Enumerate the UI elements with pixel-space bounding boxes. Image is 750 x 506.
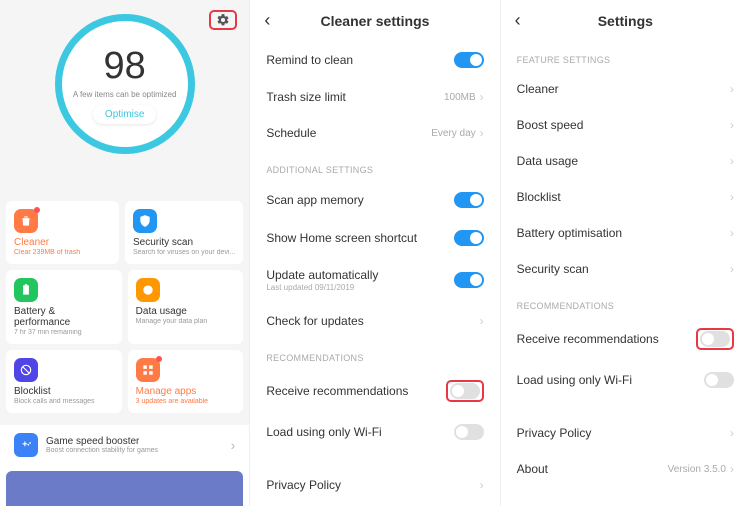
block-row[interactable]: Blocklist› bbox=[501, 179, 750, 215]
page-title: Settings bbox=[515, 13, 736, 29]
wifi-row[interactable]: Load using only Wi-Fi bbox=[250, 413, 499, 451]
chevron-right-icon: › bbox=[730, 82, 734, 96]
settings-screen: ‹ Settings FEATURE SETTINGS Cleaner› Boo… bbox=[501, 0, 750, 506]
toggle[interactable] bbox=[454, 230, 484, 246]
battery-icon bbox=[14, 278, 38, 302]
card-title: Manage apps bbox=[136, 386, 236, 397]
chevron-right-icon: › bbox=[730, 190, 734, 204]
card-sub: Clear 239MB of trash bbox=[14, 249, 111, 256]
toggle[interactable] bbox=[454, 272, 484, 288]
header: ‹ Cleaner settings bbox=[250, 0, 499, 41]
chevron-right-icon: › bbox=[730, 262, 734, 276]
header: ‹ Settings bbox=[501, 0, 750, 41]
shortcut-row[interactable]: Show Home screen shortcut bbox=[250, 219, 499, 257]
page-title: Cleaner settings bbox=[264, 13, 485, 29]
game-booster-card[interactable]: Game speed booster Boost connection stab… bbox=[6, 425, 243, 465]
highlight-box bbox=[696, 328, 734, 350]
gamepad-icon bbox=[14, 433, 38, 457]
optimise-button[interactable]: Optimise bbox=[93, 105, 156, 124]
battery-row[interactable]: Battery optimisation› bbox=[501, 215, 750, 251]
gear-icon bbox=[216, 13, 230, 27]
scan-app-row[interactable]: Scan app memory bbox=[250, 181, 499, 219]
card-title: Blocklist bbox=[14, 386, 114, 397]
card-title: Cleaner bbox=[14, 237, 111, 248]
privacy-row[interactable]: Privacy Policy › bbox=[501, 415, 750, 451]
booster-sub: Boost connection stability for games bbox=[46, 447, 223, 454]
chevron-right-icon: › bbox=[231, 437, 236, 453]
battery-card[interactable]: Battery & performance 7 hr 37 min remain… bbox=[6, 270, 122, 344]
data-icon bbox=[136, 278, 160, 302]
manage-apps-card[interactable]: Manage apps 3 updates are available bbox=[128, 350, 244, 413]
toggle[interactable] bbox=[454, 52, 484, 68]
highlight-box bbox=[446, 380, 484, 402]
card-sub: 3 updates are available bbox=[136, 398, 236, 405]
card-sub: Search for viruses on your devi... bbox=[133, 249, 235, 256]
card-title: Data usage bbox=[136, 306, 236, 317]
cleaner-row[interactable]: Cleaner› bbox=[501, 71, 750, 107]
top-panel: 98 A few items can be optimized Optimise bbox=[0, 0, 249, 195]
toggle[interactable] bbox=[454, 424, 484, 440]
security-app-main: 98 A few items can be optimized Optimise… bbox=[0, 0, 250, 506]
remind-row[interactable]: Remind to clean bbox=[250, 41, 499, 79]
data-usage-card[interactable]: Data usage Manage your data plan bbox=[128, 270, 244, 344]
toggle[interactable] bbox=[454, 192, 484, 208]
ring: 98 A few items can be optimized Optimise bbox=[55, 14, 195, 154]
card-title: Security scan bbox=[133, 237, 235, 248]
toggle[interactable] bbox=[450, 383, 480, 399]
chevron-right-icon: › bbox=[730, 426, 734, 440]
trash-size-row[interactable]: Trash size limit 100MB › bbox=[250, 79, 499, 115]
chevron-right-icon: › bbox=[480, 90, 484, 104]
settings-gear-button[interactable] bbox=[209, 10, 237, 30]
blocklist-card[interactable]: Blocklist Block calls and messages bbox=[6, 350, 122, 413]
receive-rec-row[interactable]: Receive recommendations bbox=[250, 369, 499, 413]
toggle[interactable] bbox=[704, 372, 734, 388]
chevron-right-icon: › bbox=[730, 118, 734, 132]
chevron-right-icon: › bbox=[480, 478, 484, 492]
receive-rec-row[interactable]: Receive recommendations bbox=[501, 317, 750, 361]
data-row[interactable]: Data usage› bbox=[501, 143, 750, 179]
shield-icon bbox=[133, 209, 157, 233]
section-header: RECOMMENDATIONS bbox=[250, 339, 499, 369]
chevron-right-icon: › bbox=[480, 126, 484, 140]
update-auto-row[interactable]: Update automatically Last updated 09/11/… bbox=[250, 257, 499, 303]
cards-grid: Cleaner Clear 239MB of trash Security sc… bbox=[0, 195, 249, 425]
trash-icon bbox=[14, 209, 38, 233]
card-sub: Block calls and messages bbox=[14, 398, 114, 405]
card-title: Battery & performance bbox=[14, 306, 114, 328]
section-header: ADDITIONAL SETTINGS bbox=[250, 151, 499, 181]
scan-row[interactable]: Security scan› bbox=[501, 251, 750, 287]
schedule-row[interactable]: Schedule Every day › bbox=[250, 115, 499, 151]
chevron-right-icon: › bbox=[730, 226, 734, 240]
apps-icon bbox=[136, 358, 160, 382]
about-row[interactable]: About Version 3.5.0 › bbox=[501, 451, 750, 487]
block-icon bbox=[14, 358, 38, 382]
check-updates-row[interactable]: Check for updates › bbox=[250, 303, 499, 339]
chevron-right-icon: › bbox=[480, 314, 484, 328]
boost-row[interactable]: Boost speed› bbox=[501, 107, 750, 143]
security-scan-card[interactable]: Security scan Search for viruses on your… bbox=[125, 201, 243, 264]
chevron-right-icon: › bbox=[730, 154, 734, 168]
booster-title: Game speed booster bbox=[46, 436, 223, 447]
booster-banner bbox=[6, 471, 243, 506]
cleaner-card[interactable]: Cleaner Clear 239MB of trash bbox=[6, 201, 119, 264]
card-sub: Manage your data plan bbox=[136, 318, 236, 325]
section-header: FEATURE SETTINGS bbox=[501, 41, 750, 71]
score-value: 98 bbox=[104, 45, 146, 88]
toggle[interactable] bbox=[700, 331, 730, 347]
privacy-row[interactable]: Privacy Policy › bbox=[250, 467, 499, 503]
score-sub: A few items can be optimized bbox=[73, 90, 177, 99]
chevron-right-icon: › bbox=[730, 462, 734, 476]
card-sub: 7 hr 37 min remaining bbox=[14, 329, 114, 336]
cleaner-settings-screen: ‹ Cleaner settings Remind to clean Trash… bbox=[250, 0, 500, 506]
wifi-row[interactable]: Load using only Wi-Fi bbox=[501, 361, 750, 399]
section-header: RECOMMENDATIONS bbox=[501, 287, 750, 317]
